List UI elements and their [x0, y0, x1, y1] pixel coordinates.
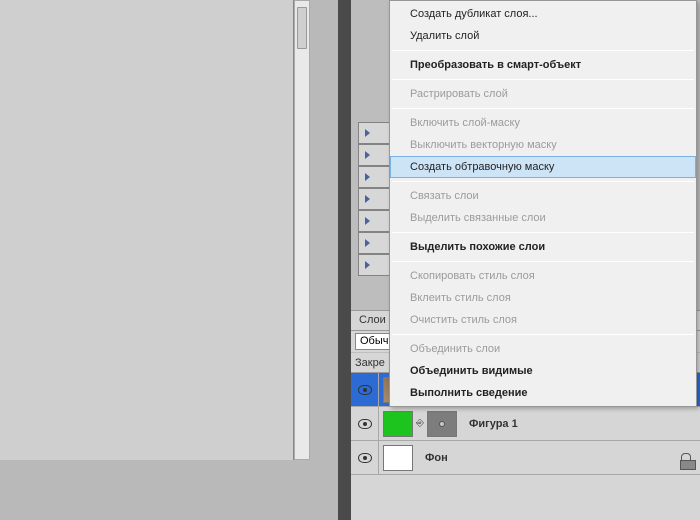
- visibility-toggle[interactable]: [351, 407, 379, 440]
- lock-indicator: [672, 453, 700, 463]
- vector-mask-icon: [439, 421, 445, 427]
- mask-link[interactable]: ⎆: [415, 418, 425, 429]
- layer-context-menu: Создать дубликат слоя...Удалить слой Прео…: [389, 0, 697, 407]
- menu-item: Очистить стиль слоя: [390, 309, 696, 331]
- expand-icon: [365, 173, 370, 181]
- menu-item: Включить слой-маску: [390, 112, 696, 134]
- menu-separator: [392, 334, 694, 335]
- panel-toggle[interactable]: [358, 188, 390, 210]
- menu-item: Выключить векторную маску: [390, 134, 696, 156]
- layer-name[interactable]: Фон: [417, 452, 672, 464]
- layer-row[interactable]: Фон: [351, 441, 700, 475]
- menu-separator: [392, 261, 694, 262]
- layer-thumbs: [379, 445, 417, 471]
- panel-toggle[interactable]: [358, 166, 390, 188]
- expand-icon: [365, 217, 370, 225]
- collapsed-panel-toggles: [358, 122, 390, 276]
- lock-label: Закре: [355, 357, 385, 369]
- menu-item[interactable]: Объединить видимые: [390, 360, 696, 382]
- document-canvas[interactable]: [0, 0, 294, 460]
- panel-toggle[interactable]: [358, 122, 390, 144]
- lock-icon: [681, 453, 691, 463]
- expand-icon: [365, 151, 370, 159]
- canvas-area: [0, 0, 338, 520]
- panel-toggle[interactable]: [358, 232, 390, 254]
- link-icon: ⎆: [416, 418, 424, 429]
- menu-item[interactable]: Создать обтравочную маску: [390, 156, 696, 178]
- expand-icon: [365, 261, 370, 269]
- menu-item: Связать слои: [390, 185, 696, 207]
- menu-separator: [392, 108, 694, 109]
- menu-separator: [392, 50, 694, 51]
- menu-separator: [392, 79, 694, 80]
- menu-item: Выделить связанные слои: [390, 207, 696, 229]
- panel-toggle[interactable]: [358, 254, 390, 276]
- menu-separator: [392, 232, 694, 233]
- expand-icon: [365, 129, 370, 137]
- expand-icon: [365, 239, 370, 247]
- panel-toggle[interactable]: [358, 144, 390, 166]
- visibility-toggle[interactable]: [351, 373, 379, 406]
- layer-row[interactable]: ⎆ Фигура 1: [351, 407, 700, 441]
- eye-icon: [358, 419, 372, 429]
- mask-thumbnail[interactable]: [427, 411, 457, 437]
- menu-item: Растрировать слой: [390, 83, 696, 105]
- visibility-toggle[interactable]: [351, 441, 379, 474]
- menu-separator: [392, 181, 694, 182]
- eye-icon: [358, 385, 372, 395]
- menu-item[interactable]: Выделить похожие слои: [390, 236, 696, 258]
- panel-toggle[interactable]: [358, 210, 390, 232]
- canvas-scrollbar[interactable]: [294, 0, 310, 460]
- layer-thumbs: ⎆: [379, 411, 461, 437]
- menu-item[interactable]: Удалить слой: [390, 25, 696, 47]
- menu-item: Объединить слои: [390, 338, 696, 360]
- eye-icon: [358, 453, 372, 463]
- menu-item: Вклеить стиль слоя: [390, 287, 696, 309]
- menu-item[interactable]: Выполнить сведение: [390, 382, 696, 404]
- expand-icon: [365, 195, 370, 203]
- panel-divider: [338, 0, 351, 520]
- menu-item[interactable]: Преобразовать в смарт-объект: [390, 54, 696, 76]
- layer-name[interactable]: Фигура 1: [461, 418, 700, 430]
- menu-item: Скопировать стиль слоя: [390, 265, 696, 287]
- menu-item[interactable]: Создать дубликат слоя...: [390, 3, 696, 25]
- layer-thumbnail[interactable]: [383, 445, 413, 471]
- layer-thumbnail[interactable]: [383, 411, 413, 437]
